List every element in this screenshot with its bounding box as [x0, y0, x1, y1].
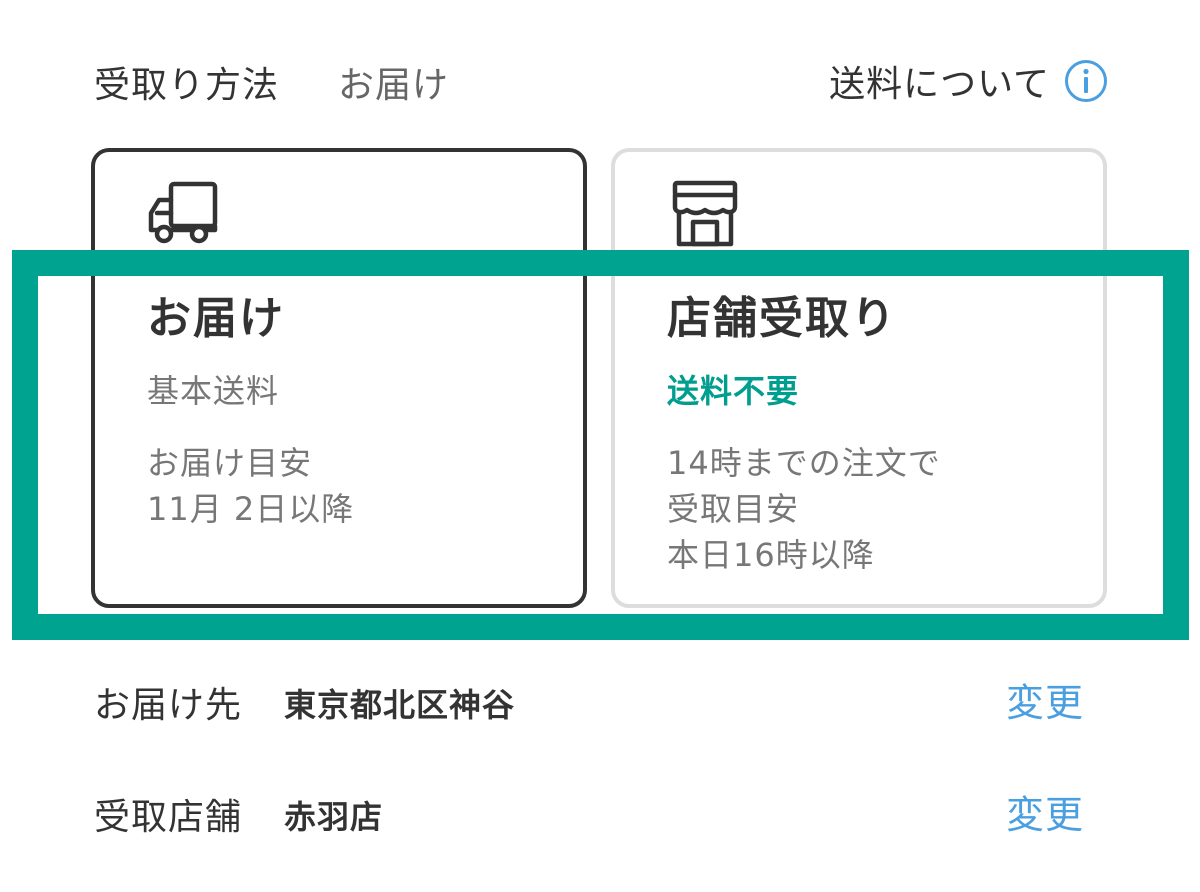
destination-value: 東京都北区神谷 — [284, 686, 516, 724]
pickup-store-label: 受取店舗 — [94, 797, 243, 838]
change-destination-button[interactable]: 変更 — [1006, 672, 1084, 727]
pickup-order-deadline: 14時までの注文で — [667, 444, 941, 482]
store-icon — [672, 180, 738, 247]
delivery-method-label: 受取り方法 — [94, 65, 280, 106]
destination-label: お届け先 — [94, 685, 243, 726]
delivery-method-screen: 受取り方法 お届け 送料について お届け 基本送料 お届け目安 11月 2日以降 — [0, 0, 1200, 892]
pickup-card-title: 店舗受取り — [667, 293, 897, 344]
truck-icon — [148, 181, 218, 244]
delivery-option-card[interactable]: お届け 基本送料 お届け目安 11月 2日以降 — [91, 148, 587, 608]
change-store-button[interactable]: 変更 — [1006, 784, 1084, 839]
free-shipping-label: 送料不要 — [667, 372, 800, 410]
delivery-method-value: お届け — [338, 65, 450, 106]
delivery-estimate-date: 11月 2日以降 — [147, 490, 355, 528]
pickup-store-value: 赤羽店 — [284, 798, 384, 836]
store-pickup-option-card[interactable]: 店舗受取り 送料不要 14時までの注文で 受取目安 本日16時以降 — [611, 148, 1107, 608]
delivery-card-title: お届け — [147, 293, 285, 344]
delivery-fee-label: 基本送料 — [147, 372, 280, 410]
pickup-estimate-label: 受取目安 — [667, 490, 800, 528]
delivery-estimate-label: お届け目安 — [147, 444, 313, 482]
pickup-estimate-time: 本日16時以降 — [667, 536, 875, 574]
info-circle-icon[interactable] — [1064, 59, 1108, 103]
shipping-info-label: 送料について — [829, 64, 1050, 105]
shipping-info-link[interactable]: 送料について — [829, 55, 1108, 107]
